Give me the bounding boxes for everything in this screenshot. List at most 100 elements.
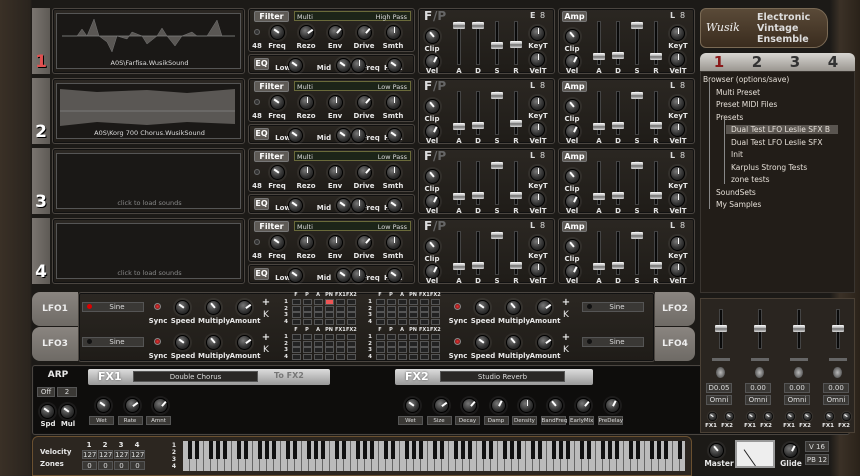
black-key[interactable] [194,441,199,459]
veltrack-knob[interactable] [670,192,685,207]
filter-knob-rezo[interactable] [299,165,314,180]
matrix-cell[interactable] [325,299,334,305]
channel-volume-fader[interactable] [832,309,844,349]
lfo-tab-lfo4[interactable]: LFO4 [655,327,695,361]
lfo-knob-amount[interactable] [237,335,252,350]
matrix-cell[interactable] [409,347,418,353]
channel-midi-select[interactable]: Omni [745,395,771,405]
fp-toggle-f[interactable]: F [424,9,432,23]
keytrack-knob[interactable] [670,96,685,111]
channel-fx1-send[interactable] [786,412,795,421]
slider-handle[interactable] [832,324,844,332]
lfo-plus-button[interactable]: + [560,332,572,343]
matrix-cell[interactable] [303,299,312,305]
matrix-cell[interactable] [303,347,312,353]
matrix-cell[interactable] [398,353,407,360]
channel-volume-fader[interactable] [793,309,805,349]
eq-knob[interactable] [351,58,366,73]
slider-handle[interactable] [593,263,605,271]
black-key[interactable] [362,441,367,459]
filter-knob-freq[interactable] [270,165,285,180]
adsr-slider[interactable] [491,91,503,135]
keytrack-knob[interactable] [530,166,545,181]
eq-knob[interactable] [387,268,402,283]
adsr-slider[interactable] [631,161,643,205]
matrix-cell[interactable] [336,312,345,318]
black-key[interactable] [411,441,416,459]
adsr-slider[interactable] [510,161,522,205]
channel-fx2-send[interactable] [725,412,734,421]
black-key[interactable] [551,441,556,459]
matrix-cell[interactable] [420,312,429,318]
veltrack-knob[interactable] [530,192,545,207]
matrix-cell[interactable] [376,353,385,360]
adsr-slider[interactable] [650,161,662,205]
adsr-slider[interactable] [631,91,643,135]
matrix-cell[interactable] [347,347,356,353]
slider-handle[interactable] [754,324,766,332]
fx2-effect-select[interactable]: Studio Reverb [440,371,565,382]
matrix-cell[interactable] [336,299,345,305]
filter-knob-rezo[interactable] [299,235,314,250]
slider-handle[interactable] [650,261,662,269]
slider-handle[interactable] [510,119,522,127]
matrix-cell[interactable] [336,353,345,360]
black-key[interactable] [481,441,486,459]
envelope-mode[interactable]: L [530,81,535,90]
adsr-slider[interactable] [650,21,662,65]
filter-knob-rezo[interactable] [299,25,314,40]
lfo-wave-select[interactable]: Sine [582,302,644,312]
part-tab-2[interactable]: 2 [746,53,768,71]
black-key[interactable] [579,441,584,459]
fx2-knob-bandfreq[interactable] [547,398,563,413]
black-key[interactable] [341,441,346,459]
matrix-cell[interactable] [292,340,301,347]
clip-knob[interactable] [565,29,580,44]
adsr-slider[interactable] [631,231,643,275]
adsr-slider[interactable] [612,21,624,65]
eq-knob[interactable] [288,268,303,283]
matrix-cell[interactable] [431,353,440,360]
adsr-slider[interactable] [472,91,484,135]
matrix-cell[interactable] [376,334,385,340]
adsr-slider[interactable] [453,231,465,275]
adsr-slider[interactable] [453,161,465,205]
fx2-knob-decay[interactable] [462,398,477,413]
filter-knob-freq[interactable] [270,95,285,110]
slider-handle[interactable] [491,232,503,239]
matrix-cell[interactable] [325,318,334,325]
adsr-slider[interactable] [593,91,605,135]
filter-knob-drive[interactable] [357,25,372,40]
slider-handle[interactable] [612,121,624,129]
matrix-cell[interactable] [387,347,396,353]
matrix-cell[interactable] [347,318,356,325]
fp-toggle-f[interactable]: F [424,79,432,93]
filter-knob-smth[interactable] [386,95,401,110]
matrix-cell[interactable] [303,318,312,325]
slider-handle[interactable] [650,121,662,129]
black-key[interactable] [635,441,640,459]
master-knob[interactable] [709,443,724,458]
black-key[interactable] [369,441,374,459]
waveform-panel[interactable]: A0S\Korg 700 Chorus.WusikSound [52,78,245,144]
matrix-cell[interactable] [347,299,356,305]
waveform-display[interactable]: A0S\Farfisa.WusikSound [56,13,241,69]
matrix-cell[interactable] [336,340,345,347]
velocity-low[interactable]: 0 [114,461,129,470]
adsr-slider[interactable] [472,231,484,275]
black-key[interactable] [292,441,297,459]
matrix-cell[interactable] [347,305,356,312]
matrix-cell[interactable] [431,312,440,318]
fp-toggle-p[interactable]: /P [433,79,446,93]
lfo-knob-speed[interactable] [475,335,490,350]
lfo-plus-button[interactable]: + [560,297,572,308]
black-key[interactable] [488,441,493,459]
clip-knob[interactable] [565,239,580,254]
channel-pan-slider[interactable] [712,358,730,361]
slider-handle[interactable] [510,261,522,269]
channel-fx2-send[interactable] [803,412,812,421]
matrix-cell[interactable] [376,340,385,347]
filter-button[interactable]: Filter [254,11,289,22]
matrix-cell[interactable] [292,353,301,360]
matrix-cell[interactable] [292,305,301,312]
